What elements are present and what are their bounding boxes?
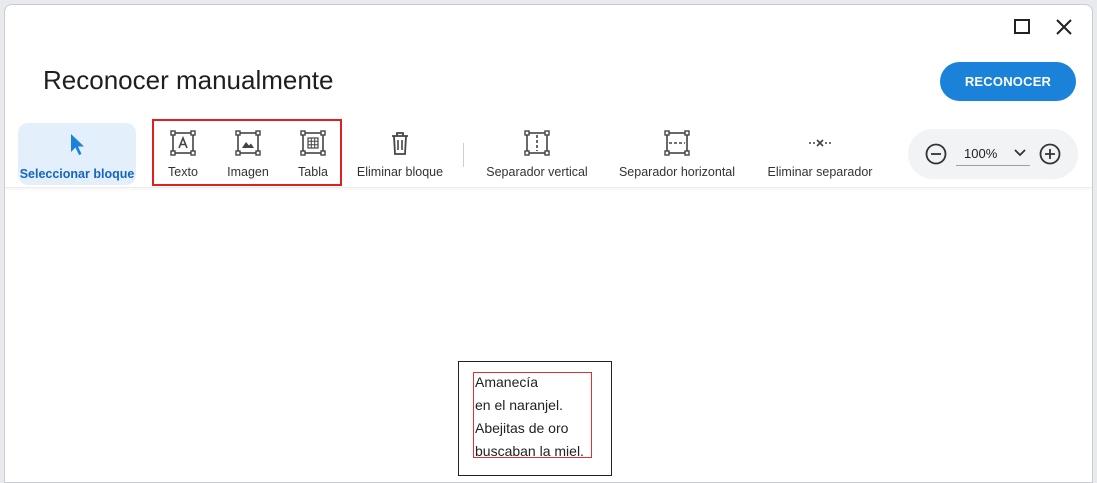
chevron-down-icon — [1014, 149, 1026, 157]
zoom-in-icon[interactable] — [1038, 142, 1062, 166]
table-tool[interactable]: Tabla — [291, 121, 335, 187]
document-line: Abejitas de oro — [475, 420, 569, 436]
text-tool[interactable]: Texto — [161, 121, 205, 187]
delete-separator-tool[interactable]: Eliminar separador — [762, 121, 878, 187]
vertical-separator-icon — [524, 129, 550, 157]
maximize-icon[interactable] — [1010, 15, 1034, 39]
delete-separator-label: Eliminar separador — [767, 165, 873, 179]
image-tool-label: Imagen — [227, 165, 269, 179]
image-tool[interactable]: Imagen — [223, 121, 273, 187]
trash-icon — [389, 129, 411, 157]
recognize-dialog: Reconocer manualmente RECONOCER Seleccio… — [4, 4, 1093, 483]
document-page[interactable]: Amanecía en el naranjel. Abejitas de oro… — [458, 361, 612, 476]
toolbar-divider — [463, 143, 464, 167]
page-title: Reconocer manualmente — [43, 65, 334, 95]
zoom-select[interactable]: 100% — [956, 143, 1030, 166]
table-block-icon — [300, 129, 326, 157]
zoom-value: 100% — [964, 146, 998, 161]
text-block-icon — [170, 129, 196, 157]
document-line: buscaban la miel. — [475, 443, 584, 459]
text-tool-label: Texto — [168, 165, 198, 179]
close-icon[interactable] — [1052, 15, 1076, 39]
delete-block-tool[interactable]: Eliminar bloque — [352, 121, 448, 187]
image-block-icon — [235, 129, 261, 157]
text-block[interactable]: Amanecía en el naranjel. Abejitas de oro… — [473, 372, 592, 459]
document-line: Amanecía — [475, 374, 539, 390]
vertical-separator-label: Separador vertical — [486, 165, 588, 179]
zoom-out-icon[interactable] — [924, 142, 948, 166]
delete-separator-icon — [807, 129, 833, 157]
recognize-button[interactable]: RECONOCER — [940, 62, 1076, 101]
horizontal-separator-icon — [664, 129, 690, 157]
delete-block-label: Eliminar bloque — [356, 165, 444, 179]
horizontal-separator-label: Separador horizontal — [618, 165, 736, 179]
select-block-label: Seleccionar bloque — [19, 167, 135, 181]
vertical-separator-tool[interactable]: Separador vertical — [481, 121, 593, 187]
horizontal-separator-tool[interactable]: Separador horizontal — [613, 121, 741, 187]
select-block-tool[interactable]: Seleccionar bloque — [18, 123, 136, 185]
table-tool-label: Tabla — [298, 165, 328, 179]
document-line: en el naranjel. — [475, 397, 563, 413]
zoom-control: 100% — [908, 129, 1078, 179]
cursor-icon — [67, 131, 87, 159]
